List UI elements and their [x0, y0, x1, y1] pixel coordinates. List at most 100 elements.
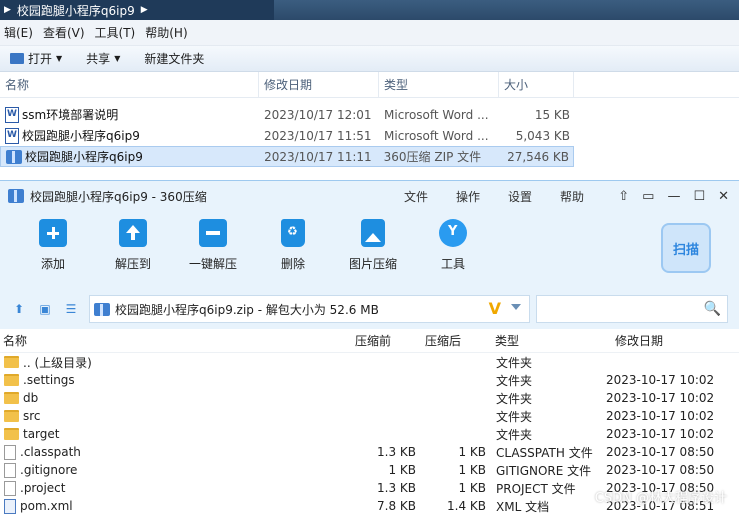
file-icon	[4, 462, 16, 478]
extract-to-button[interactable]: 解压到	[98, 219, 168, 272]
zip-menu-settings[interactable]: 设置	[494, 188, 546, 205]
entry-size-after: 1 KB	[458, 463, 486, 477]
zip-menu-help[interactable]: 帮助	[546, 188, 598, 205]
column-date[interactable]: 修改日期	[259, 71, 379, 98]
address-bar[interactable]: ▶ 校园跑腿小程序q6ip9 ▶	[0, 0, 739, 20]
column-name[interactable]: 名称	[0, 71, 259, 98]
column-type[interactable]: 类型	[379, 71, 499, 98]
file-type: 360压缩 ZIP 文件	[383, 150, 482, 164]
chevron-down-icon[interactable]	[511, 304, 521, 310]
entry-type: PROJECT 文件	[496, 481, 576, 496]
zip-column-name[interactable]: 名称	[0, 332, 352, 349]
file-row[interactable]: ssm环境部署说明 2023/10/17 12:01 Microsoft Wor…	[0, 104, 739, 125]
entry-date: 2023-10-17 10:02	[606, 427, 715, 441]
one-click-extract-button[interactable]: 一键解压	[178, 219, 248, 272]
column-size[interactable]: 大小	[499, 71, 574, 98]
archive-entry-row[interactable]: db 文件夹 2023-10-17 10:02	[0, 389, 739, 407]
one-click-extract-icon	[199, 219, 227, 247]
file-icon	[4, 480, 16, 496]
zip-column-compressed[interactable]: 压缩后	[422, 332, 492, 349]
entry-date: 2023-10-17 10:02	[606, 391, 715, 405]
close-icon[interactable]: ✕	[718, 189, 729, 204]
zip-column-headers: 名称 压缩前 压缩后 类型 修改日期	[0, 329, 739, 353]
archive-entry-row[interactable]: src 文件夹 2023-10-17 10:02	[0, 407, 739, 425]
zip-column-date[interactable]: 修改日期	[612, 332, 732, 349]
explorer-column-headers: 名称 修改日期 类型 大小	[0, 71, 739, 98]
archive-entry-row[interactable]: .gitignore 1 KB 1 KB GITIGNORE 文件 2023-10-17…	[0, 461, 739, 479]
feedback-icon[interactable]: ▭	[642, 189, 654, 204]
extract-to-label: 解压到	[114, 257, 151, 271]
menu-tools[interactable]: 工具(T)	[91, 24, 142, 41]
tools-button[interactable]: 工具	[418, 219, 488, 272]
up-arrow-icon[interactable]: ⬆	[12, 302, 26, 316]
entry-type: 文件夹	[496, 355, 533, 370]
archive-entry-row[interactable]: .. (上级目录) 文件夹	[0, 353, 739, 371]
list-view-icon[interactable]: ☰	[64, 302, 78, 316]
one-click-extract-label: 一键解压	[188, 257, 237, 271]
archive-path-field[interactable]: 校园跑腿小程序q6ip9.zip - 解包大小为 52.6 MB V	[89, 295, 530, 323]
zip-app-icon	[8, 189, 24, 203]
entry-type: CLASSPATH 文件	[496, 445, 593, 460]
entry-name: .. (上级目录)	[23, 355, 92, 370]
entry-type: GITIGNORE 文件	[496, 463, 592, 478]
zip-window: 校园跑腿小程序q6ip9 - 360压缩 文件 操作 设置 帮助 ⇧ ▭ — ☐…	[0, 180, 739, 514]
watermark: CSDN @林大程序设计	[594, 491, 727, 506]
entry-name: pom.xml	[20, 499, 73, 513]
entry-type: 文件夹	[496, 427, 533, 442]
archive-entry-row[interactable]: .settings 文件夹 2023-10-17 10:02	[0, 371, 739, 389]
folder-icon	[4, 356, 19, 368]
thumbnail-view-icon[interactable]: ▣	[38, 302, 52, 316]
file-name: 校园跑腿小程序q6ip9	[22, 129, 140, 143]
scan-button[interactable]: 扫描	[661, 223, 711, 273]
breadcrumb-folder[interactable]: 校园跑腿小程序q6ip9	[17, 2, 135, 19]
menu-help[interactable]: 帮助(H)	[141, 24, 193, 41]
maximize-icon[interactable]: ☐	[693, 189, 705, 204]
word-doc-icon	[5, 127, 19, 144]
add-button[interactable]: 添加	[18, 219, 88, 272]
file-row[interactable]: 校园跑腿小程序q6ip9 2023/10/17 11:51 Microsoft …	[0, 125, 739, 146]
file-type: Microsoft Word ...	[384, 107, 489, 122]
file-row-selected[interactable]: 校园跑腿小程序q6ip9 2023/10/17 11:11 360压缩 ZIP …	[0, 146, 574, 167]
extract-to-icon	[119, 219, 147, 247]
zip-menu-file[interactable]: 文件	[390, 188, 442, 205]
entry-name: target	[23, 427, 60, 441]
zip-column-packed[interactable]: 压缩前	[352, 332, 422, 349]
explorer-menubar: 辑(E) 查看(V) 工具(T) 帮助(H)	[0, 20, 739, 46]
breadcrumb-chevron-icon[interactable]: ▶	[141, 5, 148, 15]
menu-edit[interactable]: 辑(E)	[0, 24, 39, 41]
new-folder-label: 新建文件夹	[144, 52, 205, 66]
minimize-icon[interactable]: —	[667, 189, 680, 204]
entry-type: 文件夹	[496, 373, 533, 388]
skin-icon[interactable]: ⇧	[618, 189, 629, 204]
entry-name: .settings	[23, 373, 75, 387]
entry-size-after: 1 KB	[458, 445, 486, 459]
entry-size-after: 1 KB	[458, 481, 486, 495]
entry-date: 2023-10-17 08:50	[606, 445, 715, 459]
share-button[interactable]: 共享 ▼	[86, 50, 120, 67]
word-doc-icon	[5, 106, 19, 123]
folder-icon	[4, 392, 19, 404]
open-button[interactable]: 打开 ▼	[10, 50, 62, 67]
zip-archive-icon	[6, 149, 22, 164]
entry-size-before: 1 KB	[388, 463, 416, 477]
delete-button[interactable]: 删除	[258, 219, 328, 272]
zip-column-type[interactable]: 类型	[492, 332, 612, 349]
image-compress-button[interactable]: 图片压缩	[338, 219, 408, 272]
file-date: 2023/10/17 12:01	[264, 107, 372, 122]
search-icon[interactable]: 🔍	[704, 301, 721, 317]
image-compress-label: 图片压缩	[348, 257, 397, 271]
archive-entry-row[interactable]: target 文件夹 2023-10-17 10:02	[0, 425, 739, 443]
tools-label: 工具	[440, 257, 465, 271]
search-input[interactable]: 🔍	[536, 295, 728, 323]
add-label: 添加	[40, 257, 65, 271]
zip-menu-operate[interactable]: 操作	[442, 188, 494, 205]
archive-entry-row[interactable]: .classpath 1.3 KB 1 KB CLASSPATH 文件 2023-10-…	[0, 443, 739, 461]
new-folder-button[interactable]: 新建文件夹	[144, 50, 204, 67]
file-date: 2023/10/17 11:11	[264, 149, 372, 164]
menu-view[interactable]: 查看(V)	[39, 24, 91, 41]
address-field[interactable]	[273, 0, 739, 20]
breadcrumb-arrow-icon[interactable]: ▶	[4, 5, 11, 15]
entry-name: .project	[20, 481, 66, 495]
recycle-bin-icon	[281, 219, 305, 247]
image-compress-icon	[361, 219, 385, 247]
